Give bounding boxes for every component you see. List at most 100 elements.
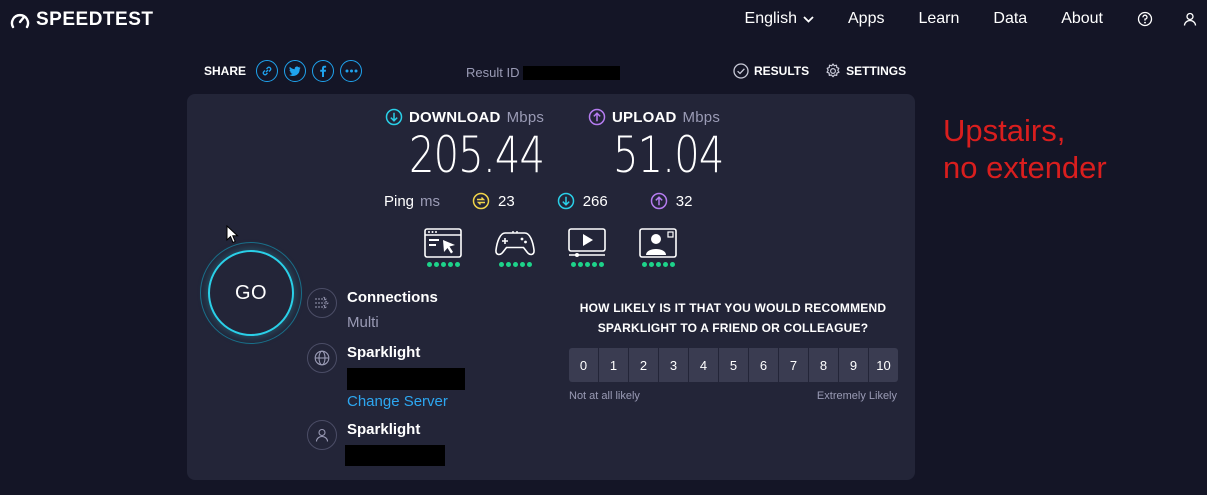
nps-option-1[interactable]: 1 bbox=[599, 348, 628, 382]
share-bar: SHARE bbox=[204, 60, 363, 82]
result-id: Result ID bbox=[466, 65, 621, 80]
chevron-down-icon bbox=[803, 15, 814, 23]
video-call-icon bbox=[639, 228, 677, 258]
ping-download: 266 bbox=[557, 192, 608, 210]
ping-unit: ms bbox=[420, 192, 441, 210]
idle-latency-icon bbox=[472, 192, 490, 210]
speedtest-logo[interactable]: SPEEDTEST bbox=[10, 9, 153, 31]
result-actions: RESULTS SETTINGS bbox=[733, 63, 906, 79]
upload-latency-icon bbox=[650, 192, 667, 210]
provider-info: Sparklight bbox=[307, 420, 445, 466]
twitter-icon bbox=[289, 66, 301, 76]
change-server-link[interactable]: Change Server bbox=[347, 393, 465, 410]
ping-download-value: 266 bbox=[582, 192, 608, 210]
upload-header: UPLOAD Mbps bbox=[588, 108, 720, 126]
nav-language[interactable]: English bbox=[745, 10, 814, 28]
upload-unit: Mbps bbox=[682, 108, 721, 126]
link-icon bbox=[262, 66, 272, 76]
share-facebook-button[interactable] bbox=[312, 60, 335, 82]
ping-upload-value: 32 bbox=[675, 192, 693, 210]
nps-option-6[interactable]: 6 bbox=[749, 348, 778, 382]
results-button[interactable]: RESULTS bbox=[733, 63, 809, 79]
nps-option-2[interactable]: 2 bbox=[629, 348, 658, 382]
go-label: GO bbox=[208, 250, 294, 336]
video-calls-rating bbox=[641, 262, 675, 267]
gear-icon bbox=[826, 63, 840, 78]
handwritten-annotation: Upstairs, no extender bbox=[943, 112, 1107, 186]
nav-learn[interactable]: Learn bbox=[918, 10, 959, 28]
results-panel: DOWNLOAD Mbps 205.44 UPLOAD Mbps 51.04 P… bbox=[187, 94, 915, 480]
nav-about[interactable]: About bbox=[1061, 10, 1103, 28]
nps-low-label: Not at all likely bbox=[569, 390, 640, 402]
ping-idle-value: 23 bbox=[498, 192, 515, 210]
nav-apps[interactable]: Apps bbox=[848, 10, 884, 28]
nav-language-label: English bbox=[744, 10, 797, 27]
quality-browsing[interactable] bbox=[424, 228, 462, 267]
globe-icon bbox=[307, 343, 337, 373]
settings-label: SETTINGS bbox=[846, 64, 907, 78]
annotation-line2: no extender bbox=[943, 150, 1107, 185]
nps-question: HOW LIKELY IS IT THAT YOU WOULD RECOMMEN… bbox=[569, 298, 897, 338]
nps-question-line1: HOW LIKELY IS IT THAT YOU WOULD RECOMMEN… bbox=[579, 301, 887, 315]
nps-option-7[interactable]: 7 bbox=[779, 348, 808, 382]
download-arrow-icon bbox=[385, 108, 403, 126]
annotation-line1: Upstairs, bbox=[943, 113, 1066, 148]
mouse-cursor-icon bbox=[226, 225, 239, 244]
quality-video-calls[interactable] bbox=[639, 228, 677, 267]
facebook-icon bbox=[320, 65, 327, 77]
share-link-button[interactable] bbox=[256, 60, 279, 82]
settings-button[interactable]: SETTINGS bbox=[825, 63, 906, 79]
provider-ip-redacted bbox=[345, 445, 445, 466]
logo-text: SPEEDTEST bbox=[36, 9, 154, 30]
download-latency-icon bbox=[557, 192, 574, 210]
nps-option-9[interactable]: 9 bbox=[839, 348, 868, 382]
user-icon bbox=[1183, 12, 1197, 26]
result-id-label: Result ID bbox=[466, 65, 520, 80]
upload-arrow-icon bbox=[588, 108, 606, 126]
ping-idle: 23 bbox=[472, 192, 515, 210]
result-id-redacted bbox=[523, 65, 621, 80]
more-icon bbox=[345, 69, 358, 73]
download-unit: Mbps bbox=[506, 108, 545, 126]
speedometer-icon bbox=[10, 14, 30, 29]
download-header: DOWNLOAD Mbps bbox=[385, 108, 544, 126]
help-button[interactable] bbox=[1137, 11, 1153, 27]
ping-label: Ping bbox=[384, 192, 415, 210]
upload-value: 51.04 bbox=[613, 126, 724, 184]
server-title: Sparklight bbox=[347, 344, 421, 361]
gaming-rating bbox=[498, 262, 532, 267]
nps-option-8[interactable]: 8 bbox=[809, 348, 838, 382]
server-location-redacted bbox=[347, 368, 465, 390]
share-more-button[interactable] bbox=[340, 60, 363, 82]
nps-option-10[interactable]: 10 bbox=[869, 348, 898, 382]
check-circle-icon bbox=[733, 63, 749, 79]
results-label: RESULTS bbox=[754, 64, 810, 78]
ping-row: Ping ms 23 266 32 bbox=[384, 192, 692, 210]
download-label: DOWNLOAD bbox=[409, 108, 501, 126]
connections-icon bbox=[307, 288, 337, 318]
account-button[interactable] bbox=[1183, 12, 1197, 26]
ping-upload: 32 bbox=[650, 192, 693, 210]
nps-option-4[interactable]: 4 bbox=[689, 348, 718, 382]
quality-streaming[interactable] bbox=[568, 228, 606, 267]
browsing-rating bbox=[426, 262, 460, 267]
nps-option-0[interactable]: 0 bbox=[569, 348, 598, 382]
nav-data[interactable]: Data bbox=[993, 10, 1027, 28]
user-icon bbox=[307, 420, 337, 450]
share-twitter-button[interactable] bbox=[284, 60, 307, 82]
nps-high-label: Extremely Likely bbox=[816, 390, 897, 402]
share-label: SHARE bbox=[204, 64, 247, 78]
download-value: 205.44 bbox=[409, 126, 545, 184]
connections-title: Connections bbox=[347, 289, 438, 306]
browsing-icon bbox=[424, 228, 462, 258]
nps-option-5[interactable]: 5 bbox=[719, 348, 748, 382]
quality-gaming[interactable] bbox=[495, 228, 535, 267]
gamepad-icon bbox=[495, 231, 535, 256]
upload-label: UPLOAD bbox=[612, 108, 677, 126]
top-nav: English Apps Learn Data About bbox=[745, 0, 1197, 38]
connections-value: Multi bbox=[347, 314, 379, 331]
nps-scale: 0 1 2 3 4 5 6 7 8 9 10 bbox=[569, 348, 898, 382]
go-button[interactable]: GO bbox=[200, 242, 302, 344]
server-info: Sparklight Change Server bbox=[307, 343, 465, 410]
nps-option-3[interactable]: 3 bbox=[659, 348, 688, 382]
